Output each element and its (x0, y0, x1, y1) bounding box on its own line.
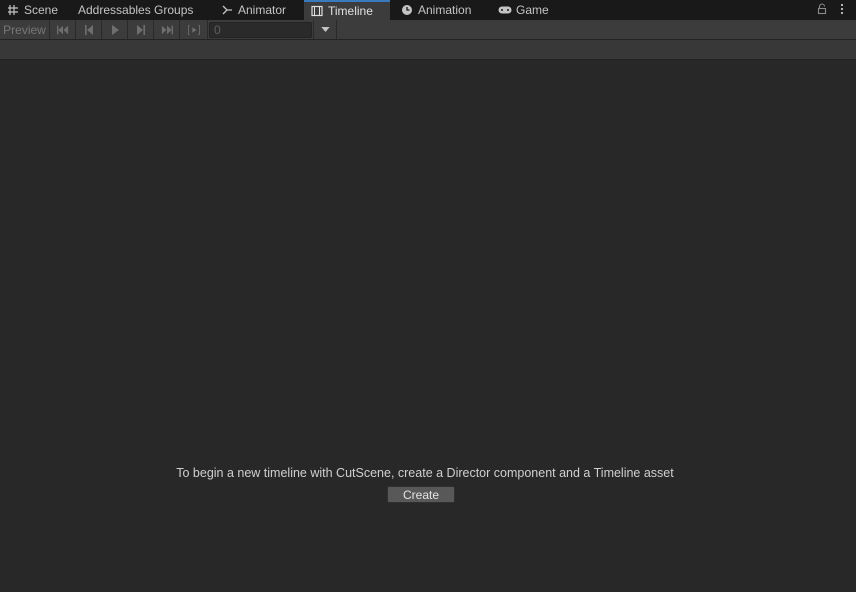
go-to-first-frame-button[interactable] (50, 20, 76, 39)
tab-label: Timeline (328, 4, 373, 18)
tab-label: Scene (24, 3, 59, 17)
previous-frame-button[interactable] (76, 20, 102, 39)
current-frame-value: 0 (214, 23, 221, 37)
timeline-options-dropdown[interactable] (313, 20, 337, 39)
play-range-button[interactable] (180, 20, 208, 39)
clock-icon (400, 3, 414, 17)
timeline-empty-area: To begin a new timeline with CutScene, c… (0, 60, 856, 592)
film-icon (310, 4, 324, 18)
preview-label: Preview (3, 22, 46, 37)
play-icon (111, 24, 119, 35)
tab-bar: Scene Addressables Groups Animator Timel… (0, 0, 856, 20)
create-button[interactable]: Create (387, 486, 455, 503)
skip-to-end-icon (161, 25, 173, 34)
tab-animation[interactable]: Animation (394, 0, 477, 20)
preview-button[interactable]: Preview (0, 20, 50, 39)
play-button[interactable] (102, 20, 128, 39)
skip-to-start-icon (56, 25, 68, 34)
tab-label: Addressables Groups (78, 3, 194, 17)
next-frame-button[interactable] (128, 20, 154, 39)
chevron-down-icon (320, 27, 330, 32)
empty-timeline-message: To begin a new timeline with CutScene, c… (176, 466, 674, 480)
gamepad-icon (498, 3, 512, 17)
timeline-toolbar: Preview 0 (0, 20, 856, 40)
tab-timeline[interactable]: Timeline (304, 0, 390, 20)
tab-label: Animator (238, 3, 287, 17)
play-range-icon (187, 24, 200, 35)
tab-label: Animation (418, 3, 472, 17)
step-forward-icon (136, 24, 145, 35)
tab-addressables-groups[interactable]: Addressables Groups (72, 0, 199, 20)
more-options-icon[interactable] (836, 3, 848, 18)
tab-scene[interactable]: Scene (0, 0, 64, 20)
timeline-header-strip (0, 40, 856, 60)
step-back-icon (84, 24, 93, 35)
go-to-last-frame-button[interactable] (154, 20, 180, 39)
tab-animator[interactable]: Animator (214, 0, 292, 20)
tab-label: Game (516, 3, 549, 17)
tab-game[interactable]: Game (492, 0, 555, 20)
lock-icon[interactable] (816, 2, 828, 18)
window-controls (816, 0, 848, 20)
current-frame-field[interactable]: 0 (209, 22, 312, 38)
grid-icon (6, 3, 20, 17)
animator-icon (220, 3, 234, 17)
